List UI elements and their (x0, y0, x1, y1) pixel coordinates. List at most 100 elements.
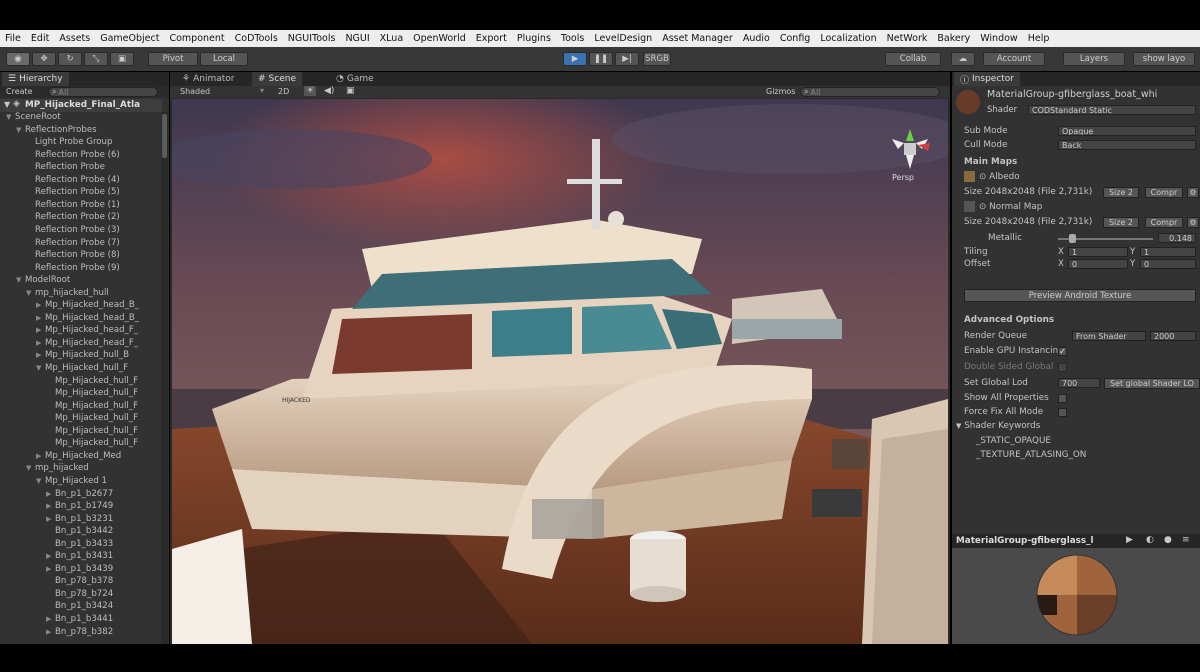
menu-item[interactable]: Tools (556, 33, 589, 44)
metallic-value-field[interactable]: 0.148 (1158, 233, 1196, 243)
preview-play-icon[interactable]: ▶ (1126, 535, 1133, 545)
albedo-size-dropdown[interactable]: Size 2 (1103, 187, 1139, 198)
create-dropdown[interactable]: Create (6, 87, 33, 96)
chevron-down-icon[interactable]: ▼ (6, 113, 15, 121)
hierarchy-row[interactable]: ▶ Mp_Hijacked_Med (0, 451, 121, 464)
set-global-shader-lod-button[interactable]: Set global Shader LO (1104, 378, 1200, 389)
chevron-right-icon[interactable]: ▶ (46, 565, 55, 573)
hierarchy-row[interactable]: ▼ ModelRoot (0, 275, 70, 288)
chevron-right-icon[interactable]: ▶ (36, 452, 45, 460)
hierarchy-row[interactable]: Reflection Probe (4) (0, 175, 120, 188)
menu-item[interactable]: Edit (26, 33, 54, 44)
gpu-instancing-checkbox[interactable]: ✓ (1058, 347, 1067, 356)
hierarchy-row[interactable]: ▶ Mp_Hijacked_head_B_ (0, 300, 139, 313)
shader-keywords-foldout[interactable]: ▼ Shader Keywords (956, 421, 1040, 431)
tab-animator[interactable]: ⚘ Animator (176, 72, 240, 86)
force-fix-checkbox[interactable] (1058, 408, 1067, 417)
play-button[interactable]: ▶ (563, 52, 587, 66)
hierarchy-row[interactable]: Bn_p1_b3433 (0, 539, 113, 552)
chevron-right-icon[interactable]: ▶ (46, 490, 55, 498)
rotate-tool-button[interactable]: ↻ (58, 52, 82, 66)
hierarchy-row[interactable]: Reflection Probe (7) (0, 238, 120, 251)
chevron-down-icon[interactable]: ▼ (16, 276, 25, 284)
menu-item[interactable]: NetWork (882, 33, 933, 44)
menu-item[interactable]: Window (975, 33, 1022, 44)
step-button[interactable]: ▶| (615, 52, 639, 66)
preview-android-texture-button[interactable]: Preview Android Texture (964, 289, 1196, 302)
hierarchy-row[interactable]: ▼ mp_hijacked_hull (0, 288, 109, 301)
chevron-right-icon[interactable]: ▶ (36, 339, 45, 347)
menu-item[interactable]: CoDTools (230, 33, 283, 44)
menu-item[interactable]: NGUI (340, 33, 374, 44)
albedo-compression-dropdown[interactable]: Compr (1145, 187, 1183, 198)
chevron-down-icon[interactable]: ▼ (16, 126, 25, 134)
preview-light-icon[interactable]: ◐ (1146, 535, 1154, 545)
menu-item[interactable]: Plugins (512, 33, 556, 44)
gizmos-dropdown[interactable]: Gizmos (766, 87, 795, 96)
hierarchy-row[interactable]: ▼ Mp_Hijacked_hull_F (0, 363, 128, 376)
albedo-texture-thumbnail[interactable] (964, 171, 975, 182)
hierarchy-row[interactable]: Mp_Hijacked_hull_F (0, 413, 138, 426)
light-toggle-icon[interactable]: ☀ (304, 86, 317, 96)
chevron-right-icon[interactable]: ▶ (46, 515, 55, 523)
tiling-x-field[interactable]: 1 (1068, 247, 1128, 257)
tab-hierarchy[interactable]: ☰ Hierarchy (2, 72, 69, 86)
hierarchy-row[interactable]: Reflection Probe (2) (0, 212, 120, 225)
hierarchy-row[interactable]: ▶ Mp_Hijacked_head_F_ (0, 325, 138, 338)
hierarchy-row[interactable]: Reflection Probe (0, 162, 105, 175)
scrollbar-thumb[interactable] (162, 114, 167, 158)
tiling-y-field[interactable]: 1 (1140, 247, 1196, 257)
chevron-down-icon[interactable]: ▼ (26, 464, 35, 472)
local-toggle[interactable]: Local (200, 52, 248, 66)
menu-item[interactable]: Component (164, 33, 229, 44)
hierarchy-row[interactable]: ▶ Mp_Hijacked_hull_B (0, 350, 129, 363)
hierarchy-row[interactable]: ▼ ReflectionProbes (0, 125, 97, 138)
view-tool-button[interactable]: ◉ (6, 52, 30, 66)
menu-item[interactable]: Asset Manager (657, 33, 738, 44)
hierarchy-row[interactable]: Mp_Hijacked_hull_F (0, 388, 138, 401)
effects-dropdown-icon[interactable]: ▣ (346, 86, 355, 96)
normal-settings-button[interactable]: ⚙ (1187, 217, 1199, 228)
preview-sphere-icon[interactable]: ● (1164, 535, 1172, 545)
menu-item[interactable]: OpenWorld (408, 33, 471, 44)
hierarchy-row[interactable]: Bn_p1_b3442 (0, 526, 113, 539)
material-preview-area[interactable] (952, 548, 1200, 644)
menu-item[interactable]: Config (775, 33, 815, 44)
hierarchy-scrollbar[interactable] (161, 112, 168, 644)
move-tool-button[interactable]: ✥ (32, 52, 56, 66)
chevron-down-icon[interactable]: ▼ (26, 289, 35, 297)
normal-size-dropdown[interactable]: Size 2 (1103, 217, 1139, 228)
hierarchy-row[interactable]: Mp_Hijacked_hull_F (0, 401, 138, 414)
scene-root-row[interactable]: ▼ ◈ MP_Hijacked_Final_Atla (0, 99, 162, 112)
albedo-settings-button[interactable]: ⚙ (1187, 187, 1199, 198)
scale-tool-button[interactable]: ⤡ (84, 52, 108, 66)
render-queue-mode-dropdown[interactable]: From Shader (1072, 331, 1146, 341)
hierarchy-row[interactable]: Mp_Hijacked_hull_F (0, 426, 138, 439)
menu-item[interactable]: GameObject (95, 33, 164, 44)
hierarchy-row[interactable]: ▶ Bn_p1_b3431 (0, 551, 113, 564)
hierarchy-row[interactable]: ▶ Bn_p1_b1749 (0, 501, 113, 514)
hierarchy-row[interactable]: ▶ Mp_Hijacked_head_F_ (0, 338, 138, 351)
tab-scene[interactable]: # Scene (252, 72, 302, 86)
offset-x-field[interactable]: 0 (1068, 259, 1128, 269)
chevron-down-icon[interactable]: ▼ (36, 477, 45, 485)
menu-item[interactable]: XLua (375, 33, 408, 44)
pivot-toggle[interactable]: Pivot (148, 52, 198, 66)
metallic-slider-thumb[interactable] (1069, 234, 1077, 243)
menu-item[interactable]: Help (1023, 33, 1055, 44)
persp-label[interactable]: Persp (892, 173, 914, 182)
cloud-button[interactable]: ☁ (951, 52, 975, 66)
menu-item[interactable]: File (0, 33, 26, 44)
collab-dropdown[interactable]: Collab (885, 52, 941, 66)
shader-dropdown[interactable]: CODStandard Static (1028, 105, 1196, 115)
chevron-right-icon[interactable]: ▶ (36, 301, 45, 309)
hierarchy-row[interactable]: ▼ Mp_Hijacked 1 (0, 476, 107, 489)
hierarchy-row[interactable]: ▶ Bn_p1_b2677 (0, 489, 113, 502)
hierarchy-row[interactable]: ▶ Bn_p1_b3441 (0, 614, 113, 627)
layers-dropdown[interactable]: Layers (1063, 52, 1125, 66)
show-all-properties-checkbox[interactable] (1058, 394, 1067, 403)
hierarchy-row[interactable]: Light Probe Group (0, 137, 112, 150)
shading-dropdown[interactable]: Shaded (180, 87, 210, 96)
hierarchy-row[interactable]: ▶ Bn_p1_b3231 (0, 514, 113, 527)
audio-toggle-icon[interactable]: ◀) (324, 86, 334, 96)
